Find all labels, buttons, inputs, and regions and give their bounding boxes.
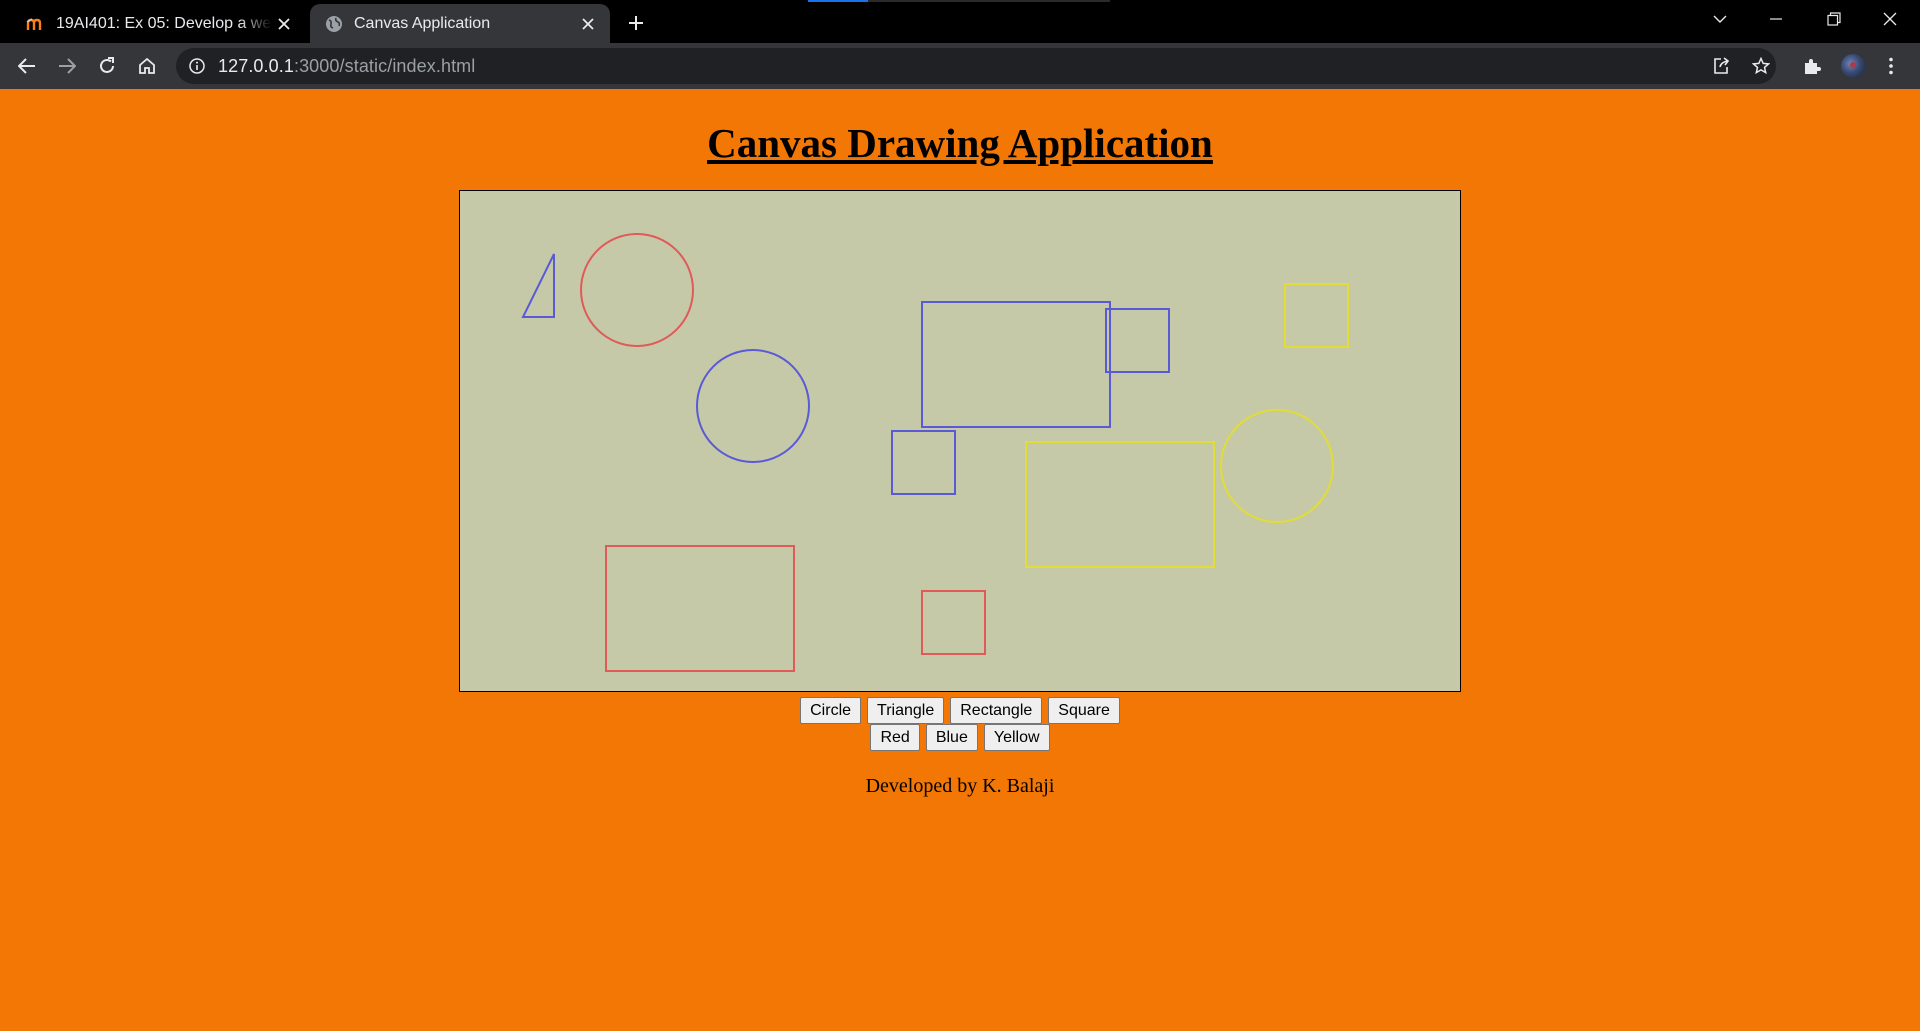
reload-icon [100,57,114,73]
canvas-drawing [521,233,1349,672]
triangle-button[interactable]: Triangle [867,697,945,724]
back-button[interactable] [12,51,42,81]
footer-credit: Developed by K. Balaji [865,775,1055,797]
circle-button[interactable]: Circle [800,697,862,724]
new-tab-button[interactable] [622,9,650,37]
drawn-square [1284,283,1349,348]
drawn-square [1105,308,1170,373]
plus-icon [629,16,643,30]
chevron-down-icon [1713,15,1727,23]
extensions-button[interactable] [1797,51,1827,81]
yellow-button[interactable]: Yellow [983,724,1050,751]
drawn-square [921,590,986,655]
address-bar[interactable]: 127.0.0.1:3000/static/index.html [176,48,1776,84]
arrow-left-icon [18,58,35,74]
share-button[interactable] [1706,48,1736,84]
puzzle-icon [1805,59,1821,74]
drawn-square [891,430,956,495]
kebab-menu-icon [1889,57,1893,75]
minimize-icon [1770,18,1782,20]
moodle-icon [26,14,46,34]
red-button[interactable]: Red [870,724,920,751]
menu-button[interactable] [1876,51,1906,81]
site-info-icon[interactable] [187,56,207,76]
arrow-right-icon [59,58,76,74]
drawn-circle [696,349,810,463]
close-icon [1883,12,1897,26]
tab-strip: 19AI401: Ex 05: Develop a webpage Canvas… [0,0,1920,43]
window-close-button[interactable] [1862,0,1918,38]
bookmark-button[interactable] [1746,48,1776,84]
home-icon [139,57,155,74]
drawn-circle [580,233,694,347]
rectangle-button[interactable]: Rectangle [950,697,1043,724]
square-button[interactable]: Square [1048,697,1120,724]
tab-moodle[interactable]: 19AI401: Ex 05: Develop a webpage [0,4,306,43]
reload-button[interactable] [92,51,122,81]
tab-strip-accent [808,0,1110,2]
profile-button[interactable] [1838,51,1868,81]
tab-canvas-application[interactable]: Canvas Application [310,4,610,43]
address-host: 127.0.0.1 [218,55,294,76]
drawing-canvas[interactable] [459,190,1461,692]
restore-button[interactable] [1806,0,1862,38]
drawn-rectangle [1025,441,1215,568]
tab-title: 19AI401: Ex 05: Develop a webpage [56,14,272,32]
browser-window: 19AI401: Ex 05: Develop a webpage Canvas… [0,0,1920,1031]
page-title: Canvas Drawing Application [707,120,1213,166]
drawn-rectangle [605,545,795,672]
globe-icon [324,14,344,34]
close-icon[interactable] [272,12,296,36]
address-text[interactable]: 127.0.0.1:3000/static/index.html [218,56,475,77]
avatar [1841,54,1865,78]
browser-toolbar: 127.0.0.1:3000/static/index.html [0,43,1920,90]
blue-button[interactable]: Blue [925,724,978,751]
color-buttons: Red Blue Yellow [0,724,1920,751]
forward-button[interactable] [52,51,82,81]
minimize-button[interactable] [1748,0,1804,38]
address-path: :3000/static/index.html [293,55,476,76]
restore-icon [1827,12,1841,26]
tab-search-button[interactable] [1692,0,1748,38]
drawn-triangle [521,253,555,318]
close-icon[interactable] [576,12,600,36]
drawn-circle [1220,409,1334,523]
shape-buttons: Circle Triangle Rectangle Square [0,697,1920,724]
drawn-rectangle [921,301,1111,428]
home-button[interactable] [132,51,162,81]
share-icon [1714,57,1730,74]
web-page: Canvas Drawing Application Circle Triang… [0,89,1920,1031]
tab-title: Canvas Application [354,14,491,32]
star-icon [1752,57,1770,75]
